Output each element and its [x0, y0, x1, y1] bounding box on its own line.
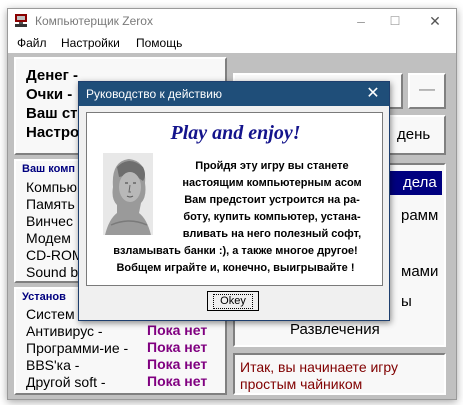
dialog-line-2: настоящим компьютерным асом [182, 177, 362, 189]
action-item-selected-label: дела [403, 174, 437, 191]
minus-button[interactable]: — [408, 73, 446, 109]
maximize-button[interactable]: ☐ [378, 9, 412, 33]
dialog-line-7: Вобщем играйте и, конечно, выигрывайте ! [116, 262, 355, 274]
window-title: Компьютерщик Zerox [35, 14, 153, 28]
computer-item-sound: Sound b [26, 264, 79, 280]
ok-button[interactable]: Okey [207, 291, 259, 311]
statue-bust-icon [103, 153, 153, 235]
title-bar: Компьютерщик Zerox – ☐ ✕ [8, 9, 456, 33]
software-label-other: Другой soft - [26, 374, 106, 390]
dialog-line-1: Пройдя эту игру вы станете [195, 160, 349, 172]
action-item-entertainment[interactable]: Развлечения [290, 321, 380, 338]
message-line-2: простым чайником [240, 376, 363, 392]
ok-button-label: Okey [213, 294, 253, 309]
minimize-button[interactable]: – [344, 9, 378, 33]
close-button[interactable]: ✕ [418, 9, 452, 33]
dialog-line-3: Вам предстоит устроится на ра- [184, 194, 360, 206]
menu-bar: Файл Настройки Помощь [8, 33, 456, 53]
dialog-body: Play and enjoy! Пройдя эту игру вы стане… [86, 112, 383, 286]
software-value-antivirus: Пока нет [147, 322, 208, 338]
software-group-title: Установ [22, 291, 66, 303]
action-item-programs[interactable]: рамм [401, 207, 438, 224]
action-item-other[interactable]: ы [401, 293, 412, 310]
computer-item-cpu: Компью [26, 179, 77, 195]
dialog-line-5: вливать на него полезный софт, [182, 228, 362, 240]
end-day-label: день [397, 126, 431, 143]
dialog-heading: Play and enjoy! [170, 122, 301, 144]
message-box: Итак, вы начинаете игру простым чайником [233, 353, 446, 395]
software-label-system: Систем [26, 306, 75, 322]
mood-label: Настро [26, 124, 80, 141]
dialog-title-bar: Руководство к действию ✕ [79, 82, 389, 106]
action-item-friends[interactable]: мами [401, 263, 438, 280]
software-value-programming: Пока нет [147, 339, 208, 355]
computer-item-modem: Модем [26, 230, 71, 246]
score-label: Очки - [26, 86, 73, 103]
message-line-1: Итак, вы начинаете игру [240, 359, 399, 375]
status-label: Ваш ст [26, 105, 78, 122]
dialog-message: Пройдя эту игру вы станете настоящим ком… [161, 158, 383, 243]
dialog-title: Руководство к действию [86, 87, 222, 101]
dialog-line-6: взламывать банки :), а также многое друг… [113, 245, 358, 257]
computer-item-cdrom: CD-ROM [26, 247, 84, 263]
software-label-programming: Программи-ие - [26, 340, 129, 356]
software-label-antivirus: Антивирус - [26, 323, 103, 339]
menu-help[interactable]: Помощь [136, 36, 182, 50]
guide-dialog: Руководство к действию ✕ Play and enjoy!… [78, 81, 390, 321]
menu-settings[interactable]: Настройки [61, 36, 120, 50]
money-label: Денег - [26, 67, 79, 84]
dialog-message-tail: взламывать банки :), а также многое друг… [91, 243, 380, 277]
menu-file[interactable]: Файл [17, 36, 47, 50]
computer-item-memory: Память [26, 196, 75, 212]
computer-group-title: Ваш комп [22, 163, 76, 175]
dialog-line-4: боту, купить компьютер, устана- [183, 211, 361, 223]
computer-item-hdd: Винчес [26, 213, 73, 229]
software-value-other: Пока нет [147, 373, 208, 389]
software-value-bbs: Пока нет [147, 356, 208, 372]
computer-app-icon [15, 14, 27, 27]
dialog-close-button[interactable]: ✕ [359, 83, 387, 105]
software-label-bbs: BBS'ка - [26, 357, 80, 373]
